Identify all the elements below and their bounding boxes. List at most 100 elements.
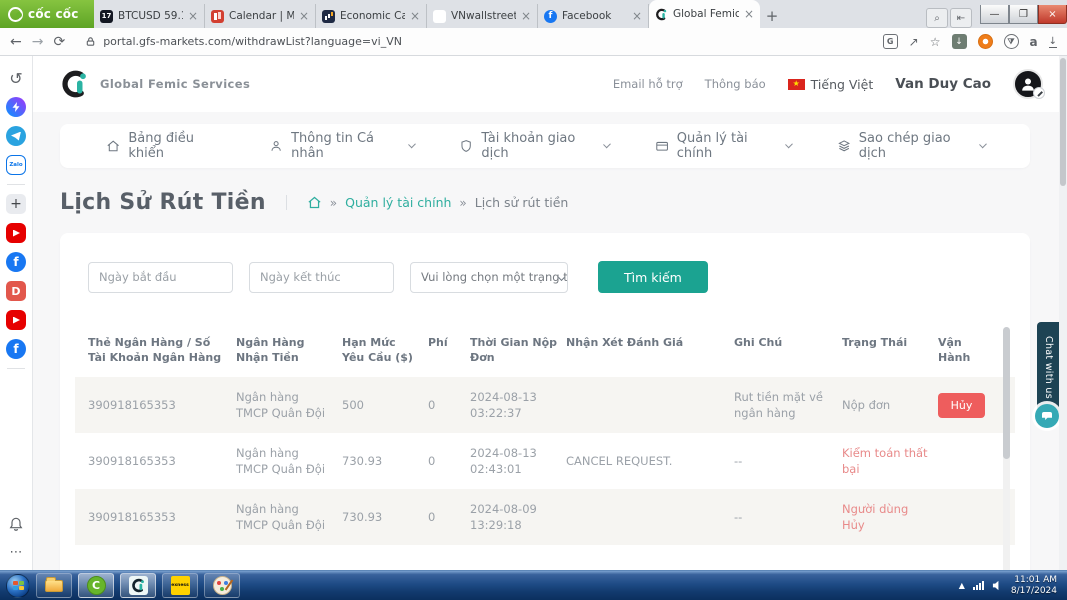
youtube-icon[interactable] [6,223,26,243]
tab-btcusd[interactable]: 17 BTCUSD 59.140 × [94,4,205,28]
address-bar[interactable]: portal.gfs-markets.com/withdrawList?lang… [75,32,872,51]
divider [7,368,25,369]
username-label: Van Duy Cao [895,76,991,92]
person-icon [271,141,281,151]
coccoc-rewards-icon[interactable] [977,34,993,49]
translate-icon[interactable]: G [882,34,898,49]
history-icon[interactable]: ↺ [6,68,26,88]
cell-comment [566,393,734,417]
tab-economic-calendar[interactable]: Economic Calen × [316,4,427,28]
facebook-icon[interactable]: f [6,252,26,272]
facebook-icon[interactable]: f [6,339,26,359]
new-tab-button[interactable]: + [760,4,784,28]
taskbar-explorer[interactable] [36,573,72,598]
edit-profile-icon [1033,87,1045,99]
tab-facebook[interactable]: f Facebook × [538,4,649,28]
reload-icon[interactable]: ⟳ [53,35,65,49]
messenger-icon[interactable] [6,97,26,117]
start-button[interactable] [6,573,30,598]
folder-icon [45,576,63,592]
cell-action [938,505,1002,529]
toolbar-icons: G ↗ ☆ ↓ ⧩ a ↓ [882,34,1057,49]
nav-dashboard[interactable]: Bảng điều khiển [106,131,223,161]
system-tray: ▲ 11:01 AM 8/17/2024 [959,575,1063,597]
vietnam-flag-icon: ★ [787,78,805,90]
chevron-down-icon [407,140,416,149]
nav-funds-management[interactable]: Quản lý tài chính [655,131,794,161]
volume-icon[interactable] [992,580,1003,591]
col-submit-time: Thời Gian Nộp Đơn [470,336,558,364]
share-icon[interactable]: ↗ [909,36,919,48]
tradingview-icon: 17 [100,9,113,23]
extensions-puzzle-icon[interactable]: ⧩ [1003,34,1019,49]
close-icon[interactable]: × [521,10,531,22]
cancel-withdrawal-button[interactable]: Hủy [938,392,985,418]
close-icon[interactable]: × [188,10,198,22]
nav-copy-trading[interactable]: Sao chép giao dịch [837,131,987,161]
notifications-bell-icon[interactable] [6,513,26,533]
hidden-icons-arrow[interactable]: ▲ [959,581,965,590]
avatar[interactable] [1013,69,1045,99]
d-site-icon[interactable]: D [6,281,26,301]
restore-button[interactable]: ❐ [1009,5,1038,24]
more-options-icon[interactable]: ⋯ [6,542,26,562]
close-icon[interactable]: × [632,10,642,22]
sidebar-toggle-icon[interactable]: ⇤ [950,8,972,28]
taskbar-clock[interactable]: 11:01 AM 8/17/2024 [1011,575,1057,597]
tab-vnwallstreet[interactable]: VNwallstreet-Ho × [427,4,538,28]
telegram-icon[interactable] [6,126,26,146]
taskbar-gfs[interactable] [120,573,156,598]
network-icon[interactable] [972,581,984,590]
gfs-logo[interactable]: Global Femic Services [60,69,250,99]
taskbar-exness[interactable]: exness [162,573,198,598]
search-button[interactable]: Tìm kiếm [598,261,708,293]
taskbar-coccoc[interactable]: C [78,573,114,598]
taskbar-paint[interactable] [204,573,240,598]
nav-trading-accounts[interactable]: Tài khoản giao dịch [459,131,612,161]
tab-search-icon[interactable]: ⌕ [926,8,948,28]
cell-bank: Ngân hàng TMCP Quân Đội [236,446,326,476]
downloads-icon[interactable]: ↓ [1048,36,1057,48]
close-icon[interactable]: × [744,8,754,20]
cell-status: Kiểm toán thất bại [842,446,928,476]
forward-icon[interactable]: → [32,35,44,49]
minimize-button[interactable]: — [980,5,1009,24]
status-select[interactable]: Vui lòng chọn một trạng thái [410,261,568,293]
coccoc-brand[interactable]: cốc cốc [0,0,94,28]
home-icon[interactable] [307,195,322,210]
youtube-icon[interactable] [6,310,26,330]
nav-personal-info[interactable]: Thông tin Cá nhân [269,131,416,161]
breadcrumb-parent-link[interactable]: Quản lý tài chính [345,195,451,210]
divider [7,184,25,185]
page-scrollbar[interactable] [1059,56,1067,570]
gfs-logo-icon [62,70,86,98]
metals-calendar-icon [211,9,224,23]
tab-global-femic[interactable]: Global Femic Se × [649,0,760,28]
add-shortcut-button[interactable]: + [6,194,26,214]
cell-bank: Ngân hàng TMCP Quân Đội [236,502,326,532]
reader-mode-icon[interactable]: a [1030,36,1038,48]
back-icon[interactable]: ← [10,35,22,49]
close-icon[interactable]: × [299,10,309,22]
close-icon[interactable]: × [410,10,420,22]
gfs-favicon [655,8,668,21]
windows-taskbar: C exness ▲ 11:01 AM 8/17/2024 [0,570,1067,600]
table-scrollbar[interactable] [1003,327,1010,570]
start-date-input[interactable] [88,261,233,293]
cell-action: Hủy [938,381,1002,430]
cell-time: 2024-08-09 13:29:18 [470,502,537,532]
download-manager-icon[interactable]: ↓ [951,34,967,49]
browser-side-rail: ↺ Zalo + f D f ⋯ [0,56,33,570]
language-selector[interactable]: ★ Tiếng Việt [787,77,873,92]
chat-bubble-icon[interactable] [1035,404,1059,428]
notifications-link[interactable]: Thông báo [705,77,766,91]
main-nav: Bảng điều khiển Thông tin Cá nhân Tài kh… [60,124,1030,168]
chat-with-us-tab[interactable]: Chat with us [1037,322,1059,412]
cell-comment [566,505,734,529]
tab-calendar-metal[interactable]: Calendar | Metal × [205,4,316,28]
bookmark-star-icon[interactable]: ☆ [930,36,941,48]
close-window-button[interactable]: × [1038,5,1067,24]
end-date-input[interactable] [249,261,394,293]
zalo-icon[interactable]: Zalo [6,155,26,175]
email-support-link[interactable]: Email hỗ trợ [613,77,683,91]
